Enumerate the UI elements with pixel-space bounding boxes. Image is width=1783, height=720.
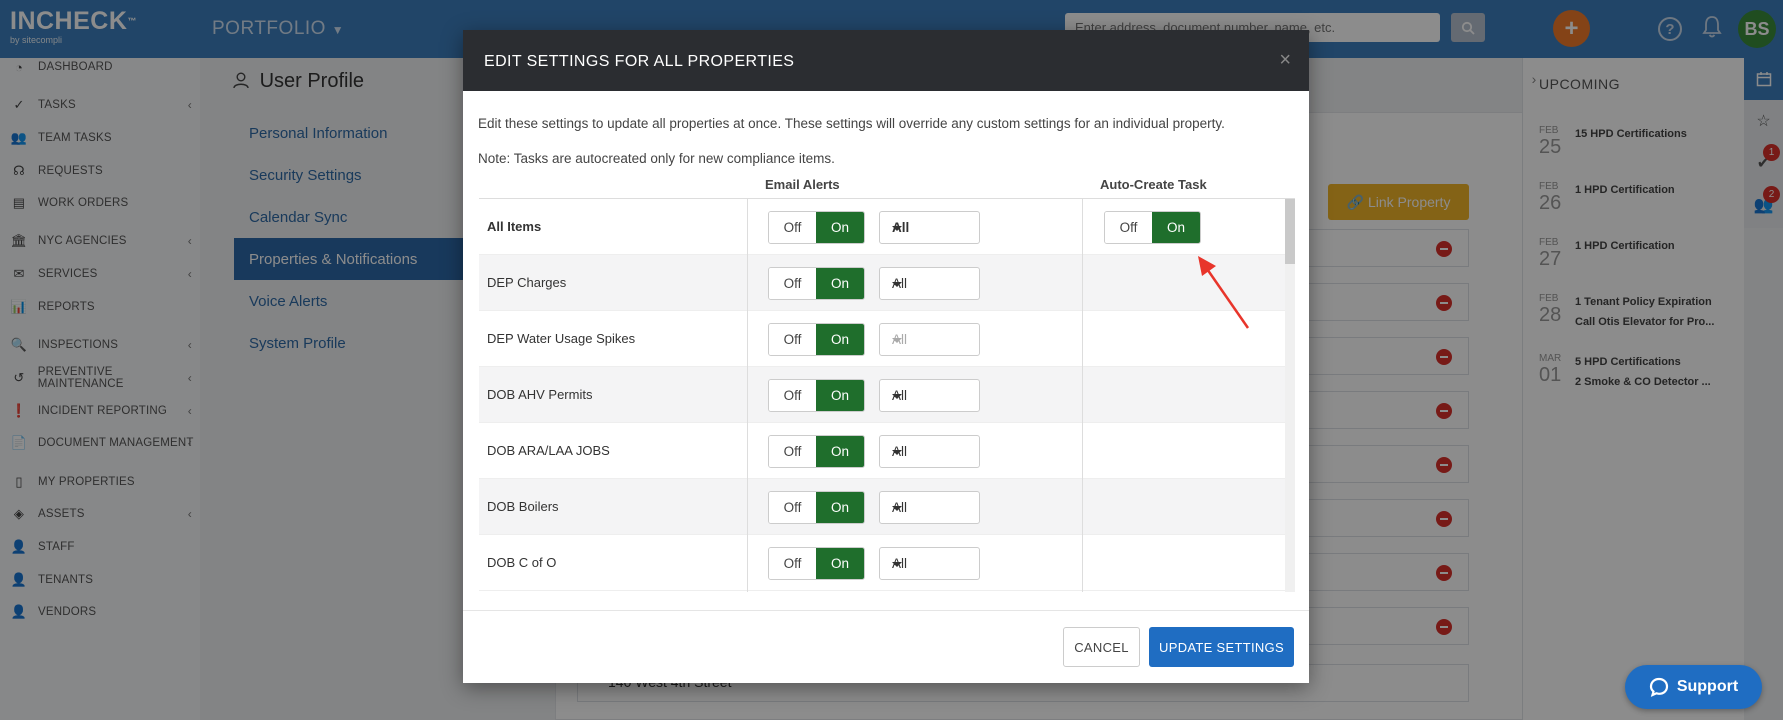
email-alert-toggle[interactable]: Off On bbox=[768, 435, 865, 468]
toggle-off[interactable]: Off bbox=[769, 324, 816, 355]
settings-row: All Items Off On All Off On bbox=[479, 199, 1285, 255]
caret-down-icon bbox=[892, 394, 902, 399]
row-label: DEP Water Usage Spikes bbox=[487, 331, 636, 346]
cancel-button[interactable]: CANCEL bbox=[1063, 627, 1140, 667]
settings-row: DOB C of O Off On All bbox=[479, 535, 1285, 591]
support-button[interactable]: Support bbox=[1625, 665, 1762, 709]
modal-note: Note: Tasks are autocreated only for new… bbox=[478, 151, 835, 166]
caret-down-icon bbox=[892, 282, 902, 287]
column-divider bbox=[747, 199, 748, 592]
settings-table: DOB C of O Off On All DOB Boilers Off On… bbox=[479, 198, 1295, 592]
toggle-off[interactable]: Off bbox=[769, 380, 816, 411]
toggle-on[interactable]: On bbox=[816, 492, 864, 523]
toggle-off[interactable]: Off bbox=[769, 492, 816, 523]
email-filter-select[interactable]: All bbox=[879, 435, 980, 468]
row-label: All Items bbox=[487, 219, 542, 234]
email-filter-select[interactable]: All bbox=[879, 547, 980, 580]
email-alert-toggle[interactable]: Off On bbox=[768, 267, 865, 300]
toggle-off[interactable]: Off bbox=[1105, 212, 1152, 243]
settings-row: DOB Boilers Off On All bbox=[479, 479, 1285, 535]
toggle-on[interactable]: On bbox=[1152, 212, 1200, 243]
row-label: DOB C of O bbox=[487, 555, 557, 570]
row-label: DOB ARA/LAA JOBS bbox=[487, 443, 610, 458]
update-settings-button[interactable]: UPDATE SETTINGS bbox=[1149, 627, 1294, 667]
row-label: DEP Charges bbox=[487, 275, 567, 290]
settings-row: DOB ARA/LAA JOBS Off On All bbox=[479, 423, 1285, 479]
toggle-off[interactable]: Off bbox=[769, 436, 816, 467]
settings-row: DEP Water Usage Spikes Off On All bbox=[479, 311, 1285, 367]
chat-icon bbox=[1649, 677, 1668, 697]
toggle-on[interactable]: On bbox=[816, 212, 864, 243]
toggle-on[interactable]: On bbox=[816, 324, 864, 355]
email-filter-select: All bbox=[879, 323, 980, 356]
email-alert-toggle[interactable]: Off On bbox=[768, 379, 865, 412]
email-alert-toggle[interactable]: Off On bbox=[768, 547, 865, 580]
toggle-off[interactable]: Off bbox=[769, 212, 816, 243]
toggle-off[interactable]: Off bbox=[769, 548, 816, 579]
caret-down-icon bbox=[892, 562, 902, 567]
edit-settings-modal: EDIT SETTINGS FOR ALL PROPERTIES × Edit … bbox=[463, 30, 1309, 683]
close-icon[interactable]: × bbox=[1279, 49, 1291, 72]
toggle-on[interactable]: On bbox=[816, 268, 864, 299]
toggle-off[interactable]: Off bbox=[769, 268, 816, 299]
toggle-on[interactable]: On bbox=[816, 548, 864, 579]
email-alert-toggle[interactable]: Off On bbox=[768, 323, 865, 356]
annotation-arrow-icon bbox=[1198, 256, 1250, 329]
auto-create-task-header: Auto-Create Task bbox=[1100, 177, 1207, 192]
email-filter-select[interactable]: All bbox=[879, 211, 980, 244]
column-divider bbox=[1082, 199, 1083, 592]
caret-down-icon bbox=[892, 226, 902, 231]
caret-down-icon bbox=[892, 338, 902, 343]
modal-description: Edit these settings to update all proper… bbox=[478, 116, 1225, 131]
email-alert-toggle[interactable]: Off On bbox=[768, 491, 865, 524]
scrollbar-thumb[interactable] bbox=[1285, 199, 1295, 264]
scrollbar[interactable] bbox=[1285, 199, 1295, 592]
auto-create-task-toggle[interactable]: Off On bbox=[1104, 211, 1201, 244]
settings-row: DOB AHV Permits Off On All bbox=[479, 367, 1285, 423]
modal-title: EDIT SETTINGS FOR ALL PROPERTIES bbox=[484, 53, 795, 70]
support-label: Support bbox=[1676, 678, 1739, 695]
footer-divider bbox=[463, 610, 1309, 611]
toggle-on[interactable]: On bbox=[816, 436, 864, 467]
email-filter-select[interactable]: All bbox=[879, 379, 980, 412]
row-label: DOB AHV Permits bbox=[487, 387, 593, 402]
email-filter-select[interactable]: All bbox=[879, 491, 980, 524]
modal-header: EDIT SETTINGS FOR ALL PROPERTIES × bbox=[463, 30, 1309, 91]
email-alerts-header: Email Alerts bbox=[765, 177, 840, 192]
email-filter-select[interactable]: All bbox=[879, 267, 980, 300]
caret-down-icon bbox=[892, 450, 902, 455]
row-label: DOB Boilers bbox=[487, 499, 559, 514]
email-alert-toggle[interactable]: Off On bbox=[768, 211, 865, 244]
toggle-on[interactable]: On bbox=[816, 380, 864, 411]
caret-down-icon bbox=[892, 506, 902, 511]
settings-row: DEP Charges Off On All bbox=[479, 255, 1285, 311]
